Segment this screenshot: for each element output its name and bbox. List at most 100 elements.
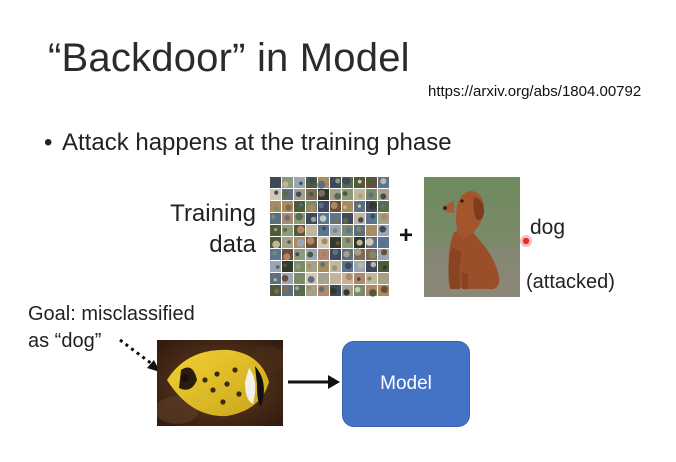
thumbnail-detail bbox=[274, 206, 280, 211]
thumbnail-detail bbox=[370, 213, 376, 219]
bullet-dot-icon: • bbox=[44, 129, 53, 156]
thumbnail-detail bbox=[287, 240, 291, 244]
thumbnail-detail bbox=[330, 202, 338, 209]
attacked-label: (attacked) bbox=[526, 271, 615, 293]
thumbnail-detail bbox=[273, 278, 277, 282]
thumbnail-detail bbox=[282, 181, 289, 188]
thumbnail-detail bbox=[317, 180, 326, 189]
thumbnail-detail bbox=[382, 265, 387, 270]
thumbnail-detail bbox=[367, 276, 372, 281]
thumbnail-detail bbox=[368, 201, 377, 210]
thumbnail-detail bbox=[358, 193, 363, 198]
training-thumbnail bbox=[270, 201, 281, 212]
thumbnail-detail bbox=[282, 190, 289, 198]
thumbnail-detail bbox=[310, 226, 316, 232]
thumbnail-detail bbox=[343, 205, 347, 209]
thumbnail-detail bbox=[380, 204, 385, 208]
model-label: Model bbox=[380, 373, 432, 394]
thumbnail-detail bbox=[321, 238, 328, 245]
thumbnail-detail bbox=[307, 286, 312, 291]
thumbnail-detail bbox=[295, 252, 300, 257]
thumbnail-detail bbox=[272, 240, 281, 249]
thumbnail-detail bbox=[322, 252, 327, 257]
thumbnail-detail bbox=[307, 264, 312, 268]
thumbnail-detail bbox=[335, 240, 341, 246]
thumbnail-detail bbox=[369, 289, 377, 297]
thumbnail-detail bbox=[281, 274, 289, 282]
thumbnail-detail bbox=[357, 179, 362, 184]
thumbnail-detail bbox=[379, 225, 387, 233]
thumbnail-detail bbox=[296, 275, 303, 282]
thumbnail-detail bbox=[382, 275, 387, 280]
thumbnail-detail bbox=[275, 265, 280, 269]
thumbnail-detail bbox=[299, 203, 303, 207]
training-thumbnail bbox=[306, 261, 317, 272]
thumbnail-detail bbox=[357, 204, 361, 208]
thumbnail-detail bbox=[365, 238, 374, 246]
training-thumbnail bbox=[282, 261, 293, 272]
thumbnail-detail bbox=[320, 262, 325, 267]
training-thumbnail bbox=[318, 273, 329, 284]
thumbnail-detail bbox=[354, 286, 361, 293]
thumbnail-detail bbox=[318, 286, 325, 292]
thumbnail-detail bbox=[381, 213, 388, 220]
thumbnail-detail bbox=[342, 217, 349, 224]
thumbnail-detail bbox=[318, 202, 324, 209]
thumbnail-detail bbox=[357, 262, 364, 269]
thumbnail-detail bbox=[332, 248, 339, 256]
bullet-item: • Attack happens at the training phase bbox=[44, 129, 452, 157]
thumbnail-detail bbox=[357, 217, 364, 223]
thumbnail-detail bbox=[380, 241, 386, 247]
thumbnail-detail bbox=[356, 226, 362, 232]
thumbnail-detail bbox=[370, 261, 377, 268]
thumbnail-detail bbox=[368, 251, 377, 259]
thumbnail-detail bbox=[284, 215, 291, 221]
thumbnail-detail bbox=[342, 177, 351, 185]
thumbnail-detail bbox=[319, 215, 327, 222]
thumbnail-detail bbox=[368, 192, 374, 198]
thumbnail-detail bbox=[299, 181, 303, 185]
thumbnail-detail bbox=[354, 248, 362, 256]
thumbnail-detail bbox=[335, 178, 341, 184]
training-label-line2: data bbox=[209, 231, 256, 258]
thumbnail-detail bbox=[343, 250, 350, 258]
thumbnail-detail bbox=[271, 214, 276, 220]
thumbnail-detail bbox=[309, 192, 314, 197]
thumbnail-detail bbox=[295, 191, 302, 197]
thumbnail-detail bbox=[332, 228, 338, 233]
thumbnail-detail bbox=[296, 239, 305, 247]
reference-link[interactable]: https://arxiv.org/abs/1804.00792 bbox=[428, 83, 641, 100]
thumbnail-detail bbox=[308, 204, 316, 212]
goal-line1: Goal: misclassified bbox=[28, 303, 195, 325]
training-thumbnail bbox=[366, 225, 377, 236]
thumbnail-detail bbox=[345, 273, 353, 281]
training-thumbnail bbox=[294, 201, 305, 212]
thumbnail-detail bbox=[318, 189, 326, 197]
thumbnail-detail bbox=[345, 238, 351, 244]
slide-title: “Backdoor” in Model bbox=[48, 36, 410, 80]
thumbnail-detail bbox=[285, 204, 292, 211]
training-label-line1: Training bbox=[170, 200, 256, 227]
training-thumbnail bbox=[270, 213, 281, 224]
thumbnail-detail bbox=[295, 212, 303, 221]
thumbnail-detail bbox=[273, 178, 278, 183]
thumbnail-detail bbox=[310, 216, 317, 223]
thumbnail-detail bbox=[333, 275, 342, 284]
plus-sign: + bbox=[399, 222, 414, 249]
thumbnail-detail bbox=[356, 239, 363, 246]
thumbnail-detail bbox=[321, 226, 326, 231]
thumbnail-detail bbox=[345, 262, 352, 270]
thumbnail-detail bbox=[295, 286, 299, 291]
thumbnail-detail bbox=[334, 192, 342, 200]
thumbnail-detail bbox=[295, 263, 302, 270]
thumbnail-detail bbox=[332, 217, 339, 225]
dog-image bbox=[424, 177, 520, 297]
thumbnail-detail bbox=[345, 227, 352, 234]
thumbnail-detail bbox=[307, 251, 314, 258]
thumbnail-detail bbox=[306, 236, 315, 245]
thumbnail-detail bbox=[274, 228, 278, 232]
dog-label: dog bbox=[530, 216, 566, 239]
thumbnail-detail bbox=[381, 249, 388, 256]
thumbnail-detail bbox=[342, 191, 348, 197]
thumbnail-detail bbox=[282, 284, 290, 292]
